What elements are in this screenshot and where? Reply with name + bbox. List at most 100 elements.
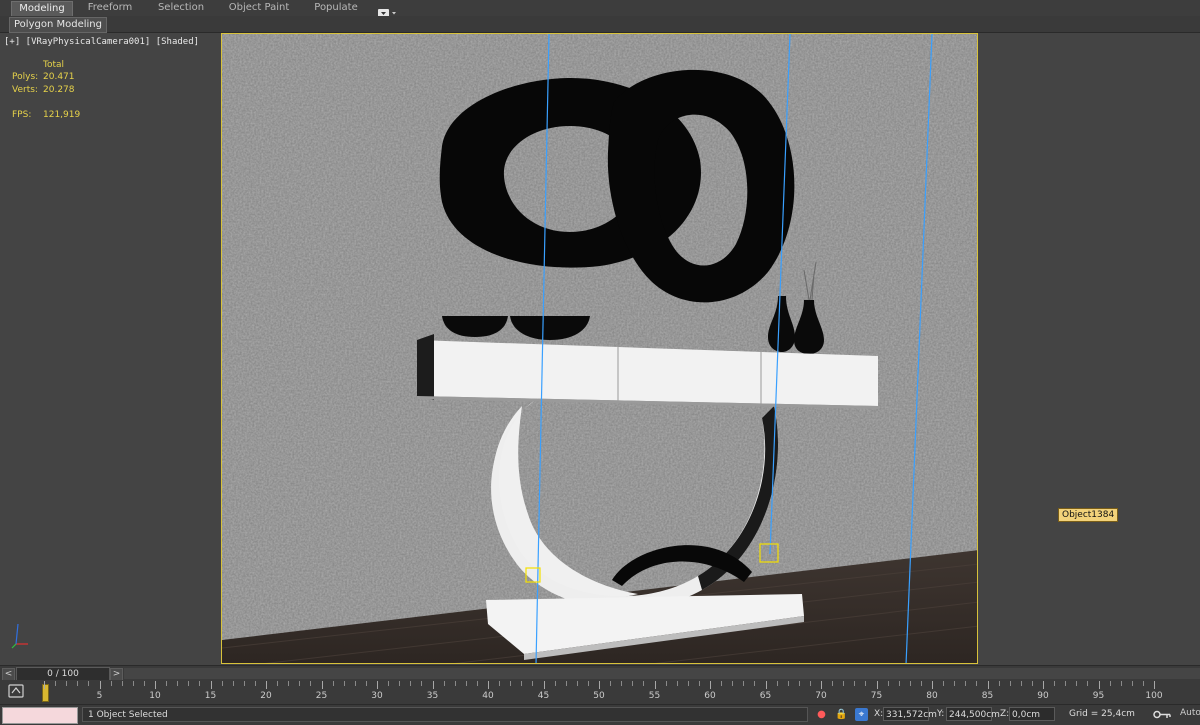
ruler-label: 30 xyxy=(371,691,383,701)
ruler-tick xyxy=(643,681,645,686)
ruler-tick xyxy=(454,681,456,686)
ruler-tick xyxy=(887,681,889,686)
ruler-tick xyxy=(554,681,556,686)
ruler-label: 90 xyxy=(1037,691,1049,701)
tab-modeling[interactable]: Modeling xyxy=(11,1,73,16)
ruler-tick xyxy=(776,681,778,686)
ruler-tick xyxy=(510,681,512,686)
ruler-tick xyxy=(266,681,267,689)
ruler-tick xyxy=(354,681,356,686)
ruler-tick xyxy=(44,681,45,689)
display-options-icon[interactable] xyxy=(378,3,398,17)
ruler-tick xyxy=(221,681,223,686)
ruler-tick xyxy=(898,681,900,686)
ruler-tick xyxy=(798,681,800,686)
ruler-tick xyxy=(1131,681,1133,686)
tab-object-paint[interactable]: Object Paint xyxy=(222,1,296,15)
grid-size: Grid = 25,4cm xyxy=(1069,709,1135,719)
stats-total-label: Total xyxy=(43,60,65,70)
ruler-tick xyxy=(377,681,378,689)
time-slider[interactable]: 0 / 100 xyxy=(16,667,110,681)
tab-freeform[interactable]: Freeform xyxy=(80,1,140,15)
viewport-label[interactable]: [+] [VRayPhysicalCamera001] [Shaded] xyxy=(4,37,199,47)
ruler-label: 25 xyxy=(315,691,328,701)
ruler-label: 20 xyxy=(260,691,272,701)
ruler-tick xyxy=(88,681,90,686)
ruler-label: 45 xyxy=(537,691,550,701)
ruler-tick xyxy=(443,681,445,686)
ruler-tick xyxy=(787,681,789,686)
ruler-label: 15 xyxy=(204,691,217,701)
ruler-tick xyxy=(809,681,811,686)
ruler-tick xyxy=(721,681,723,686)
ruler-tick xyxy=(310,681,312,686)
ruler-label: 40 xyxy=(482,691,494,701)
ruler-tick xyxy=(610,681,612,686)
isolate-icon[interactable]: ● xyxy=(815,708,828,721)
z-field[interactable]: 0,0cm xyxy=(1009,707,1055,721)
ruler-tick xyxy=(854,681,856,686)
tab-selection[interactable]: Selection xyxy=(150,1,212,15)
ruler-label: 50 xyxy=(593,691,605,701)
polygon-modeling-tab[interactable]: Polygon Modeling xyxy=(9,17,107,33)
ruler-tick xyxy=(277,681,279,686)
ruler-tick xyxy=(954,681,956,686)
ruler-tick xyxy=(943,681,945,686)
ruler-tick xyxy=(632,681,634,686)
x-label: X: xyxy=(874,709,884,719)
frame-ruler[interactable]: 5 10 15 20 25 30 35 40 45 50 55 60 65 70 75 80 85 90 95 100 xyxy=(38,681,1200,703)
camera-safe-frame[interactable] xyxy=(221,33,978,664)
ruler-tick xyxy=(476,681,478,686)
ruler-label: 75 xyxy=(870,691,883,701)
ruler-tick xyxy=(932,681,933,689)
auto-key-button[interactable]: Auto xyxy=(1180,708,1200,718)
ruler-tick xyxy=(332,681,334,686)
ruler-tick xyxy=(143,681,145,686)
ruler-tick xyxy=(199,681,201,686)
y-label: Y: xyxy=(937,709,945,719)
ruler-tick xyxy=(365,681,367,686)
ruler-label: 5 xyxy=(96,691,103,701)
ruler-tick xyxy=(1109,681,1111,686)
stats-fps-label: FPS: xyxy=(12,110,32,120)
ruler-tick xyxy=(166,681,168,686)
ruler-tick xyxy=(1065,681,1067,686)
object-name-tag[interactable]: Object1384 xyxy=(1058,508,1119,522)
ruler-tick xyxy=(754,681,756,686)
z-label: Z: xyxy=(1000,709,1010,719)
lock-icon[interactable]: 🔒 xyxy=(835,708,848,721)
ruler-tick xyxy=(599,681,600,689)
ruler-tick xyxy=(821,681,822,689)
selection-info: 1 Object Selected xyxy=(82,707,808,722)
ruler-tick xyxy=(843,681,845,686)
y-field[interactable]: 244,500cm xyxy=(946,707,1000,721)
ruler-tick xyxy=(410,681,412,686)
maxscript-listener[interactable] xyxy=(2,707,78,724)
transform-type-in-icon[interactable]: ⌖ xyxy=(855,708,868,721)
ruler-tick xyxy=(665,681,667,686)
ruler-tick xyxy=(1142,681,1144,686)
ruler-tick xyxy=(1087,681,1089,686)
ruler-tick xyxy=(965,681,967,686)
mini-curve-editor-icon[interactable] xyxy=(6,683,26,700)
ruler-tick xyxy=(1020,681,1022,686)
time-scroll-track[interactable] xyxy=(124,668,1200,679)
x-field[interactable]: 331,572cm xyxy=(883,707,937,721)
ruler-tick xyxy=(565,681,567,686)
ruler-tick xyxy=(1009,681,1011,686)
ruler-tick xyxy=(876,681,878,689)
ruler-tick xyxy=(521,681,523,686)
ruler-tick xyxy=(1031,681,1033,686)
key-icon[interactable] xyxy=(1152,708,1172,721)
ruler-tick xyxy=(421,681,423,686)
scene-render[interactable] xyxy=(222,34,978,664)
ruler-tick xyxy=(654,681,656,689)
ruler-tick xyxy=(909,681,911,686)
ruler-tick xyxy=(321,681,323,689)
stats-polys-value: 20.471 xyxy=(43,72,75,82)
ruler-tick xyxy=(155,681,156,689)
ruler-tick xyxy=(865,681,867,686)
ruler-label: 10 xyxy=(149,691,161,701)
ruler-tick xyxy=(587,681,589,686)
tab-populate[interactable]: Populate xyxy=(306,1,366,15)
